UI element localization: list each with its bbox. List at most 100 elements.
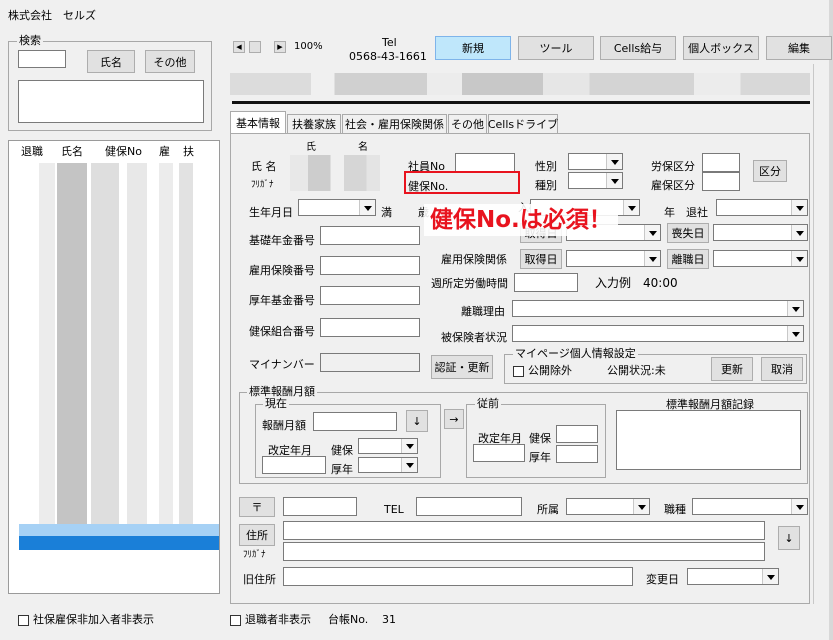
health-no-highlight xyxy=(404,171,520,194)
employment-class-label: 雇保区分 xyxy=(651,179,695,192)
type-select[interactable] xyxy=(568,172,623,189)
gender-label: 性別 xyxy=(535,160,557,173)
tab-social-insurance[interactable]: 社会・雇用保険関係 xyxy=(342,114,447,133)
emp-ins-no-input[interactable] xyxy=(320,256,420,275)
search-group-title: 検索 xyxy=(17,34,43,47)
revised-date-input[interactable] xyxy=(262,456,326,474)
zoom-level: 100% xyxy=(294,41,323,52)
weekly-hours-input[interactable] xyxy=(514,273,578,292)
employment-acquire-button[interactable]: 取得日 xyxy=(520,249,562,269)
monthly-amount-input[interactable] xyxy=(313,412,397,431)
search-input[interactable] xyxy=(18,50,66,68)
leave-date-button[interactable]: 離職日 xyxy=(667,249,709,269)
age-label: 満 xyxy=(381,206,392,219)
address-button[interactable]: 住所 xyxy=(239,524,275,546)
ledger-no-label: 台帳No. xyxy=(328,613,369,626)
personal-box-button[interactable]: 個人ボックス xyxy=(683,36,759,60)
job-type-label: 職種 xyxy=(664,503,686,516)
pension-grade-label: 厚年 xyxy=(331,463,353,476)
public-exclude-label: 公開除外 xyxy=(528,364,572,377)
next-record-button[interactable]: ▶ xyxy=(274,41,286,53)
leave-reason-select[interactable] xyxy=(512,300,804,317)
postal-code-input[interactable] xyxy=(283,497,357,516)
birthdate-select[interactable] xyxy=(298,199,376,216)
main-scroll-edge[interactable] xyxy=(813,64,827,604)
loss-date-button[interactable]: 喪失日 xyxy=(667,223,709,243)
employee-no-input[interactable] xyxy=(455,153,515,172)
previous-health-input[interactable] xyxy=(556,425,598,443)
health-grade-select[interactable] xyxy=(358,438,418,454)
address-tel-input[interactable] xyxy=(416,497,522,516)
tab-basic-info[interactable]: 基本情報 xyxy=(230,111,286,134)
class-button[interactable]: 区分 xyxy=(753,160,787,182)
cells-pay-button[interactable]: Cells給与 xyxy=(600,36,676,60)
address-input[interactable] xyxy=(283,521,765,540)
first-record-button[interactable]: ◀ xyxy=(233,41,245,53)
surname-header: 氏 xyxy=(306,142,316,153)
hide-non-insured-checkbox[interactable] xyxy=(18,615,29,626)
tool-button[interactable]: ツール xyxy=(518,36,594,60)
edit-button[interactable]: 編集 xyxy=(766,36,832,60)
employment-class-input[interactable] xyxy=(702,172,740,191)
blurred-column-dependents xyxy=(179,163,193,533)
health-union-no-label: 健保組合番号 xyxy=(249,325,315,338)
leave-label: 退社 xyxy=(686,206,708,219)
leave-date-select[interactable] xyxy=(716,199,808,216)
hide-retired-checkbox[interactable] xyxy=(230,615,241,626)
search-name-button[interactable]: 氏名 xyxy=(87,50,135,73)
search-condition-box[interactable] xyxy=(18,80,204,123)
mynumber-input[interactable] xyxy=(320,353,420,372)
leave-reason-label: 離職理由 xyxy=(461,305,505,318)
address-kana-input[interactable] xyxy=(283,542,765,561)
new-button[interactable]: 新規 xyxy=(435,36,511,60)
salary-record-list[interactable] xyxy=(616,410,801,470)
address-down-arrow-icon[interactable]: ↓ xyxy=(778,526,800,550)
previous-pension-input[interactable] xyxy=(556,445,598,463)
change-date-select[interactable] xyxy=(687,568,779,585)
employee-list[interactable]: 退職 氏名 健保No 雇 扶 xyxy=(8,140,220,594)
copy-right-arrow-icon[interactable]: → xyxy=(444,409,464,429)
blurred-column-employment xyxy=(127,163,147,533)
previous-revised-input[interactable] xyxy=(473,444,525,462)
list-row-selected[interactable] xyxy=(19,536,219,550)
department-select[interactable] xyxy=(566,498,650,515)
tab-other[interactable]: その他 xyxy=(448,114,487,133)
address-kana-label: ﾌﾘｶﾞﾅ xyxy=(243,550,266,560)
nav-separator-button[interactable] xyxy=(249,41,261,53)
tab-cells-drive[interactable]: Cellsドライブ xyxy=(488,114,558,133)
name-label: 氏 名 xyxy=(251,160,277,173)
labor-class-input[interactable] xyxy=(702,153,740,172)
pension-grade-select[interactable] xyxy=(358,457,418,473)
mypage-update-button[interactable]: 更新 xyxy=(711,357,753,381)
change-date-label: 変更日 xyxy=(646,573,679,586)
monthly-down-arrow-icon[interactable]: ↓ xyxy=(406,410,428,432)
old-address-input[interactable] xyxy=(283,567,633,586)
employment-acquire-select[interactable] xyxy=(566,250,661,267)
public-exclude-checkbox[interactable] xyxy=(513,366,524,377)
job-type-select[interactable] xyxy=(692,498,808,515)
gender-select[interactable] xyxy=(568,153,623,170)
input-example: 入力例 40:00 xyxy=(595,276,678,290)
address-tel-label: TEL xyxy=(384,503,404,516)
pension-no-label: 基礎年金番号 xyxy=(249,234,315,247)
company-tel-label: Tel xyxy=(382,36,397,49)
insured-status-select[interactable] xyxy=(512,325,804,342)
list-row-hover[interactable] xyxy=(19,524,219,536)
employment-leave-select[interactable] xyxy=(713,250,808,267)
loss-date-select[interactable] xyxy=(713,224,808,241)
hide-non-insured-label: 社保雇保非加入者非表示 xyxy=(33,613,154,626)
pension-no-input[interactable] xyxy=(320,226,420,245)
postal-code-button[interactable]: 〒 xyxy=(239,497,275,517)
ledger-no-value: 31 xyxy=(382,613,396,626)
birthdate-label: 生年月日 xyxy=(249,206,293,219)
health-union-no-input[interactable] xyxy=(320,318,420,337)
tab-dependents[interactable]: 扶養家族 xyxy=(287,114,341,133)
salary-current-title: 現在 xyxy=(263,397,289,410)
mypage-cancel-button[interactable]: 取消 xyxy=(761,357,803,381)
search-other-button[interactable]: その他 xyxy=(145,50,195,73)
salary-previous-title: 従前 xyxy=(475,397,501,410)
pension-fund-no-input[interactable] xyxy=(320,286,420,305)
auth-update-button[interactable]: 認証・更新 xyxy=(431,355,493,379)
health-grade-label: 健保 xyxy=(331,444,353,457)
givenname-header: 名 xyxy=(358,142,368,153)
